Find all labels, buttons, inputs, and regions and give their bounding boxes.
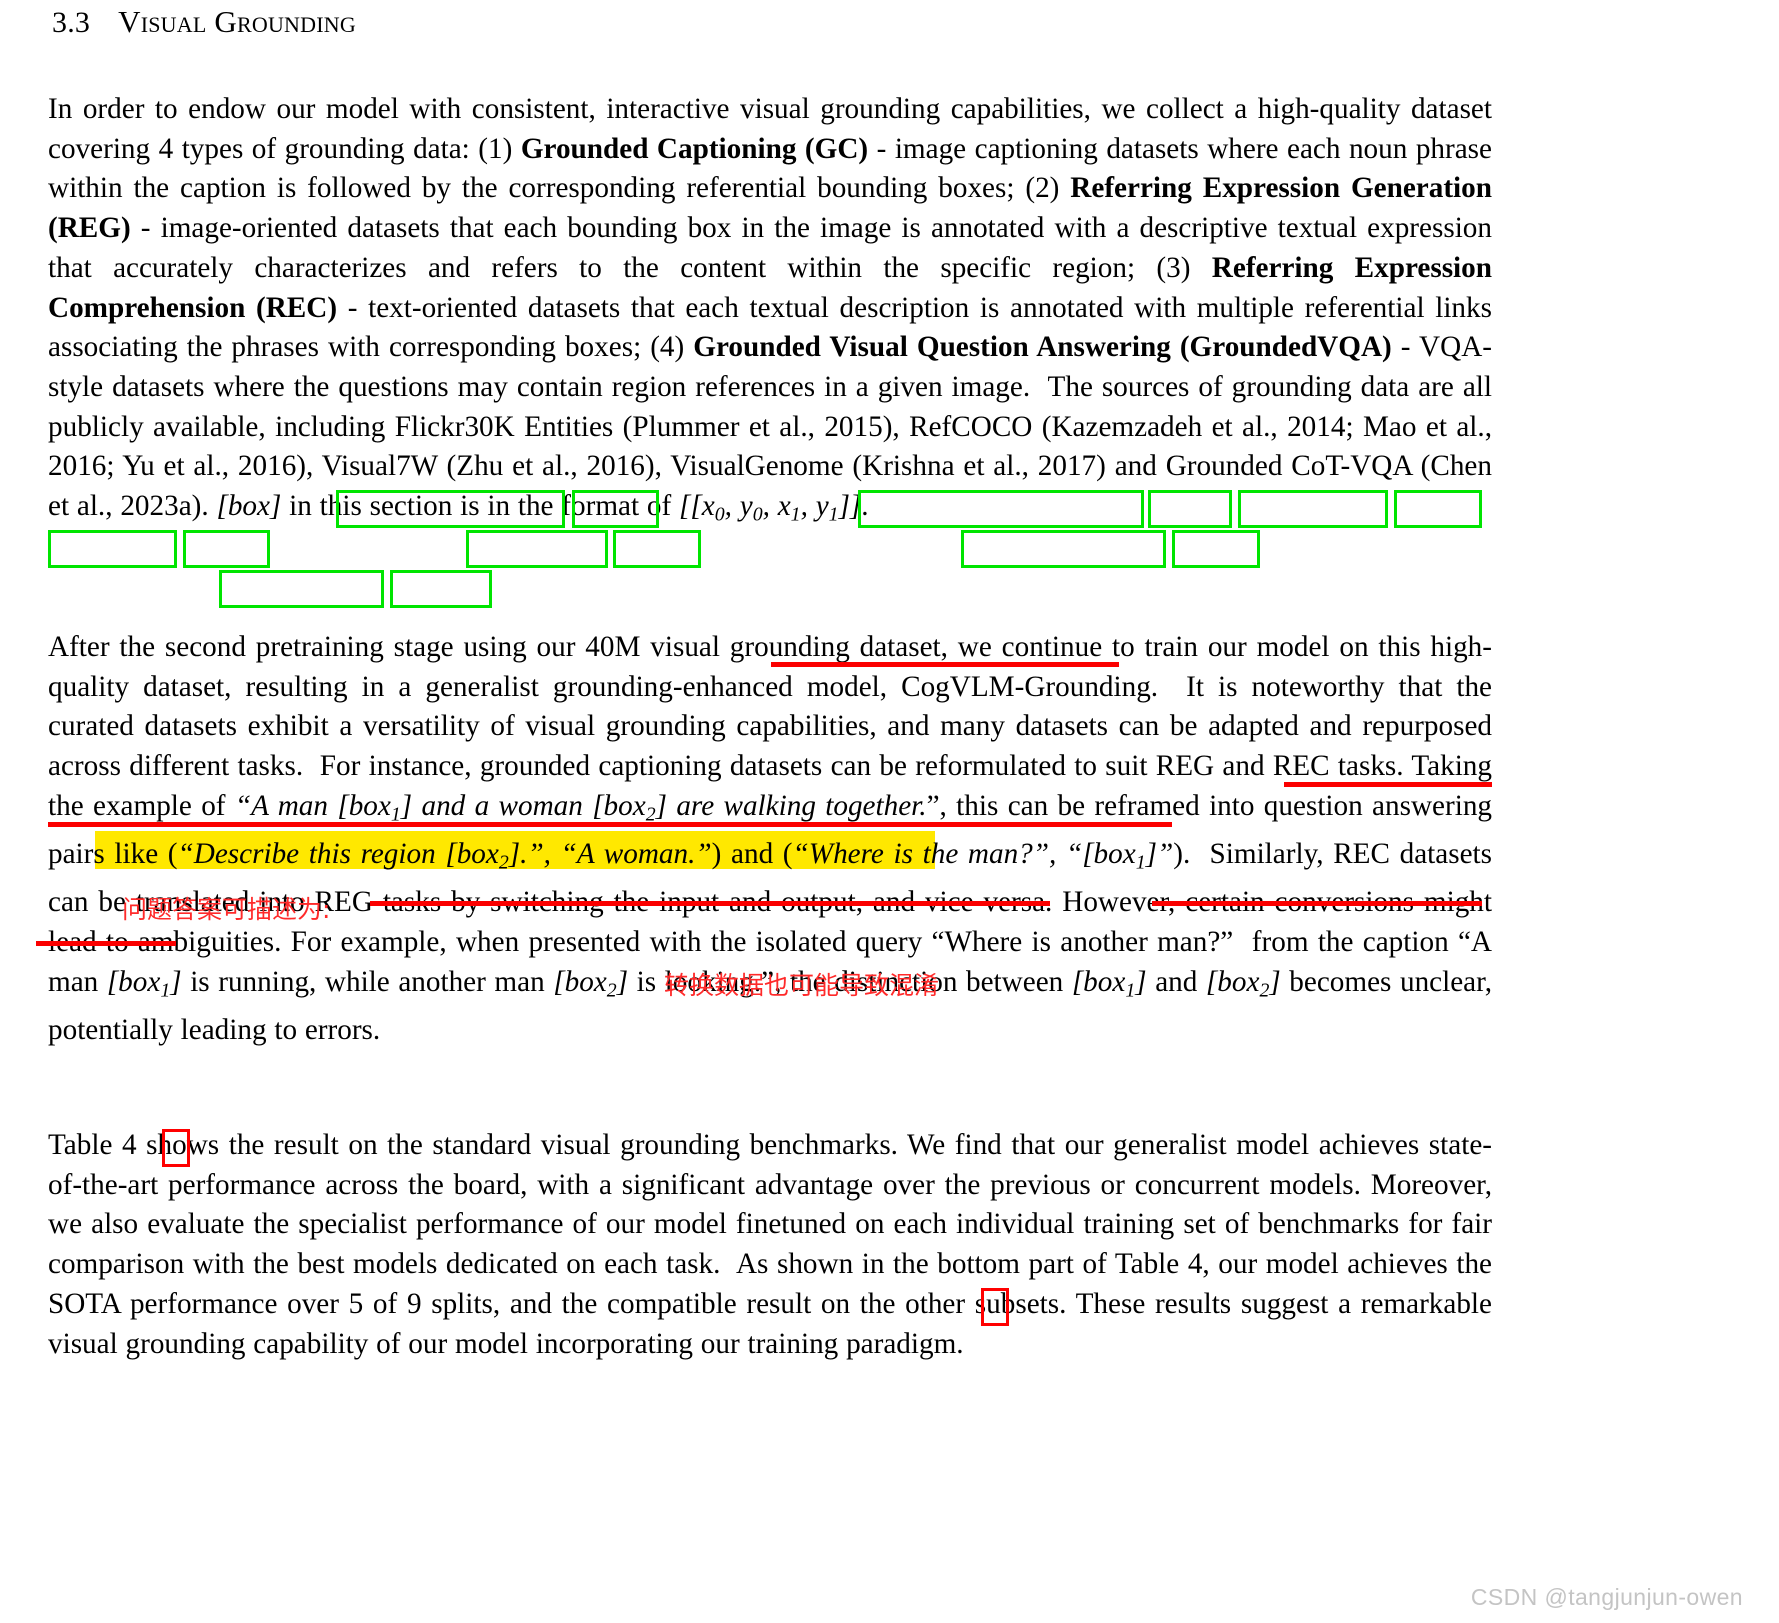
section-number: 3.3	[52, 6, 91, 39]
citation-box-yu-authors	[48, 530, 177, 568]
citation-box-yu-year	[183, 530, 270, 568]
citation-box-chen-authors	[219, 570, 384, 608]
paragraph-dataset-reformulation: After the second pretraining stage using…	[48, 631, 1493, 1046]
page-title: Visual Grounding	[118, 4, 356, 39]
csdn-watermark: CSDN @tangjunjun-owen	[1470, 1584, 1743, 1610]
citation-box-chen-year	[390, 570, 492, 608]
paragraph-results-table4: Table 4 shows the result on the standard…	[48, 1129, 1492, 1360]
section-heading: 3.3 Visual Grounding	[52, 4, 356, 40]
paragraph-grounding-data-types: In order to endow our model with consist…	[48, 93, 1492, 526]
document-page: 3.3 Visual Grounding In order to endow ou…	[0, 0, 1779, 1623]
citation-box-zhu-authors	[466, 530, 608, 568]
citation-box-krishna-authors	[961, 530, 1166, 568]
citation-box-krishna-year	[1172, 530, 1260, 568]
citation-box-zhu-year	[613, 530, 701, 568]
